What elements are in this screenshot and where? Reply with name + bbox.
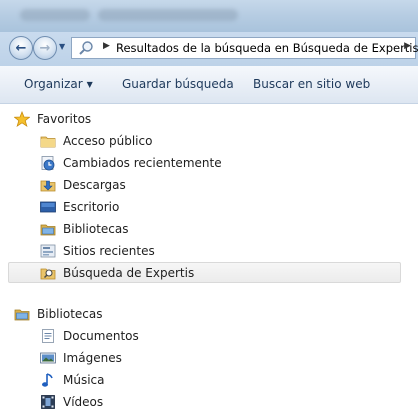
forward-button[interactable]: →: [33, 36, 57, 60]
downloads-icon: [40, 180, 56, 192]
music-icon: [42, 373, 53, 387]
address-bar[interactable]: ▶ Resultados de la búsqueda en Búsqueda …: [71, 37, 418, 59]
favorites-item-label: Cambiados recientemente: [63, 156, 222, 170]
back-button[interactable]: ←: [9, 36, 33, 60]
videos-icon: [41, 395, 55, 409]
libraries-item-music[interactable]: Música: [40, 370, 105, 390]
organize-label: Organizar: [24, 77, 83, 91]
save-search-button[interactable]: Guardar búsqueda: [122, 77, 234, 91]
libraries-item-label: Documentos: [63, 329, 139, 343]
recent-changes-icon: [41, 156, 55, 171]
libraries-icon: [14, 309, 30, 321]
libraries-item-documents[interactable]: Documentos: [40, 326, 139, 346]
libraries-node[interactable]: Bibliotecas: [14, 304, 102, 324]
breadcrumb-path[interactable]: Resultados de la búsqueda en Búsqueda de…: [116, 41, 418, 55]
command-toolbar: Organizar ▼ Guardar búsqueda Buscar en si…: [0, 66, 418, 104]
favorites-item-recent-places[interactable]: Sitios recientes: [40, 241, 155, 261]
libraries-item-label: Música: [63, 373, 105, 387]
recent-pages-dropdown-icon[interactable]: ▼: [59, 42, 65, 51]
documents-icon: [42, 329, 54, 343]
favorites-item-label: Bibliotecas: [63, 222, 129, 236]
forward-arrow-icon: →: [39, 40, 51, 56]
search-website-button[interactable]: Buscar en sitio web: [253, 77, 370, 91]
favorites-item-label: Escritorio: [63, 200, 120, 214]
favorites-item-downloads[interactable]: Descargas: [40, 175, 126, 195]
breadcrumb-expand-icon[interactable]: ▶: [404, 41, 411, 51]
chevron-down-icon: ▼: [86, 80, 93, 89]
favorites-item-label: Acceso público: [63, 134, 153, 148]
recent-places-icon: [40, 244, 56, 258]
libraries-item-pictures[interactable]: Imágenes: [40, 348, 122, 368]
address-bar-row: ← → ▼ ▶ Resultados de la búsqueda en Bús…: [0, 32, 418, 66]
libraries-item-label: Imágenes: [63, 351, 122, 365]
libraries-label: Bibliotecas: [37, 307, 103, 321]
blurred-title-text: [20, 9, 90, 21]
libraries-item-videos[interactable]: Vídeos: [40, 392, 103, 412]
favorites-item-desktop[interactable]: Escritorio: [40, 197, 119, 217]
star-icon: [14, 111, 30, 127]
favorites-item-public-access[interactable]: Acceso público: [40, 131, 152, 151]
favorites-item-label: Descargas: [63, 178, 126, 192]
libraries-icon: [40, 224, 56, 236]
favorites-item-recently-changed[interactable]: Cambiados recientemente: [40, 153, 222, 173]
breadcrumb-separator-icon[interactable]: ▶: [103, 41, 110, 51]
desktop-icon: [40, 201, 56, 213]
navigation-pane: Favoritos Acceso público Cambiados recie…: [0, 103, 418, 410]
pictures-icon: [40, 352, 56, 364]
organize-button[interactable]: Organizar ▼: [24, 77, 93, 91]
favorites-label: Favoritos: [37, 112, 92, 126]
libraries-item-label: Vídeos: [63, 395, 104, 409]
favorites-item-libraries[interactable]: Bibliotecas: [40, 219, 128, 239]
search-icon: [79, 41, 93, 55]
favorites-item-label: Búsqueda de Expertis: [63, 265, 195, 280]
folder-icon: [40, 136, 56, 148]
back-arrow-icon: ←: [15, 40, 27, 56]
favorites-node[interactable]: Favoritos: [14, 109, 91, 129]
blurred-title-text: [98, 9, 238, 21]
favorites-item-label: Sitios recientes: [63, 244, 155, 258]
favorites-item-saved-search[interactable]: Búsqueda de Expertis: [8, 262, 401, 283]
saved-search-icon: [40, 268, 56, 279]
window-title-bar[interactable]: [0, 0, 418, 32]
